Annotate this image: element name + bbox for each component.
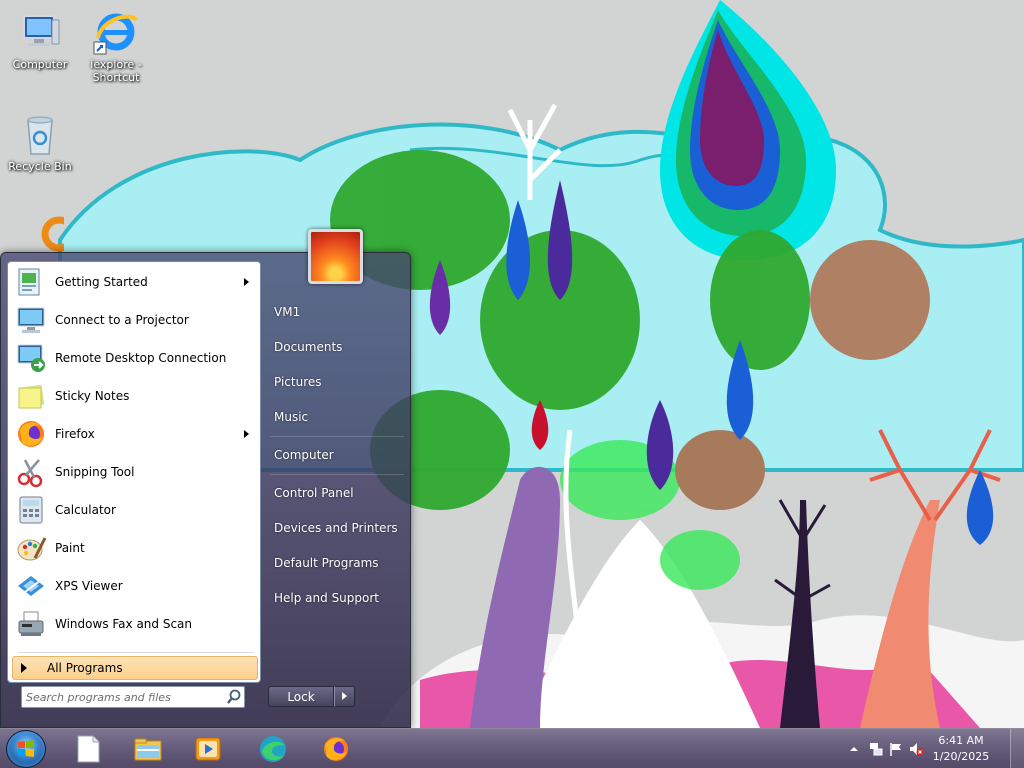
right-item-label: Default Programs	[274, 556, 379, 570]
right-item-label: Music	[274, 410, 309, 424]
program-label: Getting Started	[55, 275, 148, 289]
submenu-arrow-icon	[244, 278, 249, 286]
desktop-icon-computer[interactable]: Computer	[0, 8, 80, 71]
program-label: Windows Fax and Scan	[55, 617, 193, 631]
program-label: Firefox	[55, 427, 95, 441]
lock-button[interactable]: Lock	[268, 686, 334, 707]
search-icon[interactable]	[224, 688, 244, 706]
getting-started-icon	[15, 266, 47, 298]
right-item-label: Devices and Printers	[274, 521, 398, 535]
program-remote-desktop[interactable]: Remote Desktop Connection	[12, 340, 257, 376]
taskbar: 6:41 AM 1/20/2025	[0, 728, 1024, 768]
start-right-devices-printers[interactable]: Devices and Printers	[268, 514, 408, 542]
search-box[interactable]	[21, 686, 245, 708]
program-label: Calculator	[55, 503, 116, 517]
program-getting-started[interactable]: Getting Started	[12, 264, 257, 300]
xps-viewer-icon	[15, 570, 47, 602]
chevron-up-icon[interactable]	[846, 741, 862, 757]
right-divider	[270, 436, 404, 437]
program-label: Sticky Notes	[55, 389, 130, 403]
start-right-music[interactable]: Music	[268, 403, 408, 431]
program-fax-and-scan[interactable]: Windows Fax and Scan	[12, 606, 257, 642]
search-input[interactable]	[26, 688, 224, 706]
show-desktop-button[interactable]	[1010, 729, 1024, 768]
media-player-icon	[193, 734, 223, 764]
user-account-picture[interactable]	[308, 229, 363, 284]
program-label: Snipping Tool	[55, 465, 135, 479]
programs-pane: Getting Started Connect to a Projector R…	[7, 261, 261, 683]
notepad-icon	[73, 734, 103, 764]
program-label: Paint	[55, 541, 85, 555]
programs-divider	[18, 652, 254, 653]
notification-area: 6:41 AM 1/20/2025	[834, 729, 1024, 768]
right-item-label: Help and Support	[274, 591, 379, 605]
right-item-label: Control Panel	[274, 486, 354, 500]
right-item-label: Documents	[274, 340, 343, 354]
recycle-bin-icon	[16, 110, 64, 158]
program-xps-viewer[interactable]: XPS Viewer	[12, 568, 257, 604]
right-item-label: VM1	[274, 305, 301, 319]
projector-icon	[15, 304, 47, 336]
internet-explorer-icon	[92, 8, 140, 56]
all-programs-button[interactable]: All Programs	[12, 656, 258, 680]
start-right-user-folder[interactable]: VM1	[268, 298, 408, 326]
clock[interactable]: 6:41 AM 1/20/2025	[926, 733, 996, 765]
desktop-icon-label: Computer	[12, 58, 68, 71]
clock-time: 6:41 AM	[938, 734, 984, 747]
snipping-tool-icon	[15, 456, 47, 488]
taskbar-media-player[interactable]	[180, 731, 238, 767]
remote-desktop-icon	[15, 342, 47, 374]
start-right-computer[interactable]: Computer	[268, 441, 408, 469]
start-right-default-programs[interactable]: Default Programs	[268, 549, 408, 577]
lock-button-label: Lock	[287, 689, 315, 704]
calculator-icon	[15, 494, 47, 526]
program-paint[interactable]: Paint	[12, 530, 257, 566]
program-calculator[interactable]: Calculator	[12, 492, 257, 528]
desktop-icon-label: iexplore - Shortcut	[90, 58, 142, 84]
program-firefox[interactable]: Firefox	[12, 416, 257, 452]
submenu-arrow-icon	[244, 430, 249, 438]
network-icon[interactable]	[868, 741, 884, 757]
start-right-pictures[interactable]: Pictures	[268, 368, 408, 396]
start-button[interactable]	[6, 730, 46, 768]
taskbar-edge[interactable]	[245, 731, 303, 767]
taskbar-notepad[interactable]	[60, 731, 118, 767]
start-right-control-panel[interactable]: Control Panel	[268, 479, 408, 507]
sticky-notes-icon	[15, 380, 47, 412]
all-programs-label: All Programs	[47, 661, 123, 675]
volume-muted-icon[interactable]	[908, 741, 924, 757]
desktop-icon-iexplore-shortcut[interactable]: iexplore - Shortcut	[76, 8, 156, 84]
program-label: XPS Viewer	[55, 579, 123, 593]
arrow-right-icon	[342, 692, 347, 700]
right-divider	[270, 474, 404, 475]
edge-icon	[258, 734, 288, 764]
power-options-button[interactable]	[334, 686, 355, 707]
desktop-icon-recycle-bin[interactable]: Recycle Bin	[0, 110, 80, 173]
desktop-icon-label: Recycle Bin	[8, 160, 72, 173]
paint-icon	[15, 532, 47, 564]
fax-scan-icon	[15, 608, 47, 640]
program-connect-to-projector[interactable]: Connect to a Projector	[12, 302, 257, 338]
start-right-help-support[interactable]: Help and Support	[268, 584, 408, 612]
program-snipping-tool[interactable]: Snipping Tool	[12, 454, 257, 490]
program-label: Remote Desktop Connection	[55, 351, 227, 365]
firefox-icon	[15, 418, 47, 450]
explorer-icon	[133, 734, 163, 764]
action-center-flag-icon[interactable]	[888, 741, 904, 757]
windows-logo-icon	[18, 740, 34, 757]
computer-icon	[16, 8, 64, 56]
program-label: Connect to a Projector	[55, 313, 189, 327]
program-sticky-notes[interactable]: Sticky Notes	[12, 378, 257, 414]
firefox-icon	[321, 734, 351, 764]
arrow-right-icon	[21, 663, 27, 673]
start-right-documents[interactable]: Documents	[268, 333, 408, 361]
taskbar-explorer[interactable]	[120, 731, 178, 767]
right-item-label: Computer	[274, 448, 334, 462]
taskbar-firefox[interactable]	[308, 731, 366, 767]
clock-date: 1/20/2025	[932, 750, 990, 763]
right-item-label: Pictures	[274, 375, 322, 389]
